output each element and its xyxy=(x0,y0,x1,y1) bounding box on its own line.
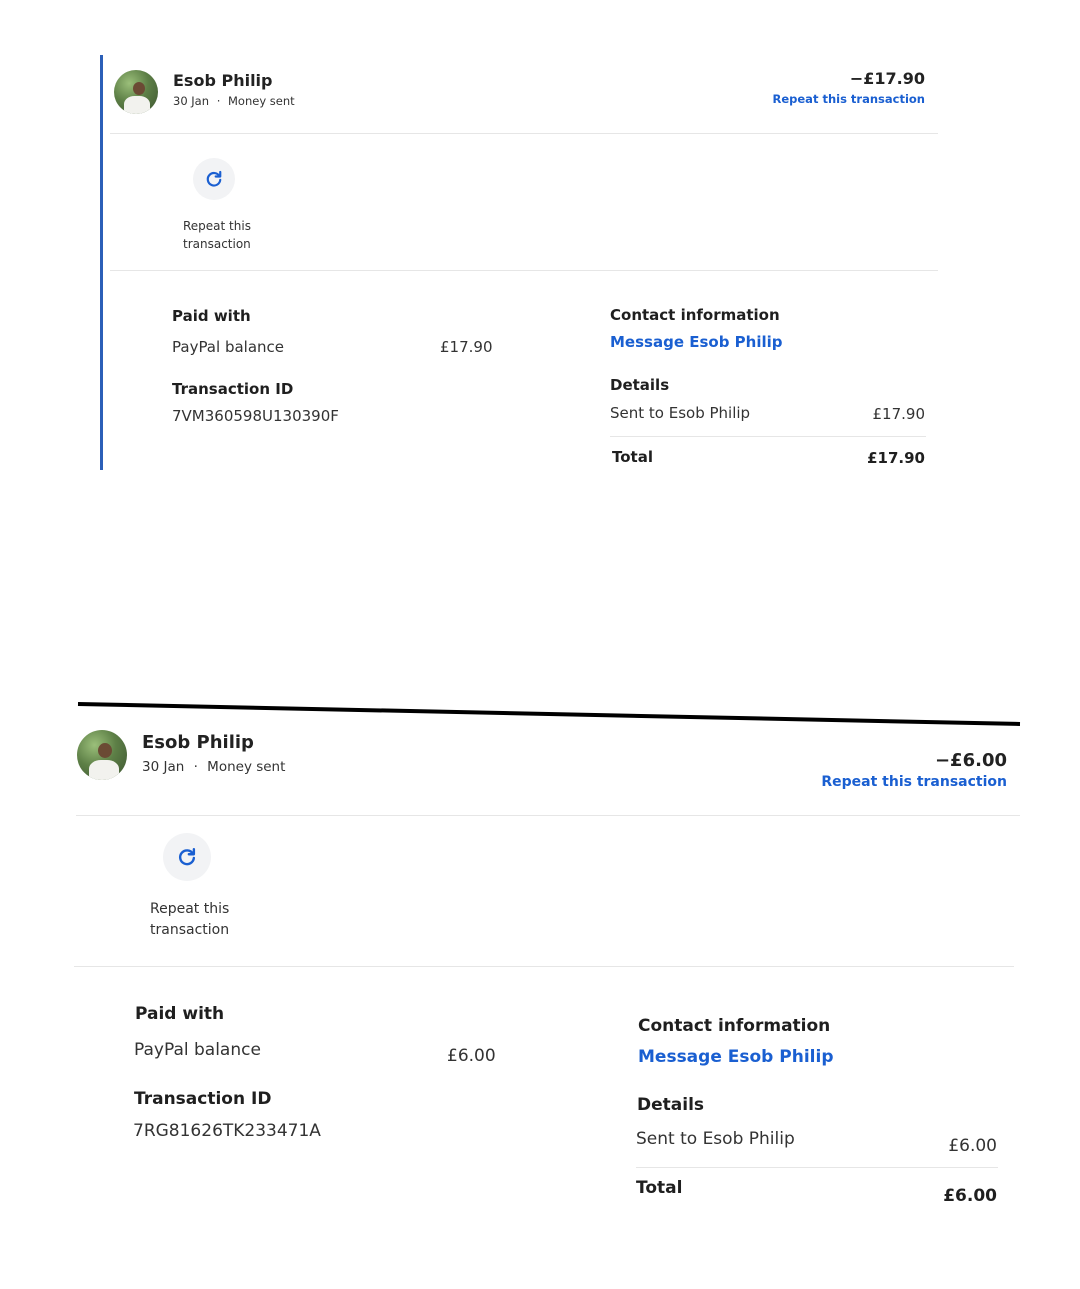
transaction-type: Money sent xyxy=(228,94,295,108)
message-payee-link[interactable]: Message Esob Philip xyxy=(610,333,783,351)
repeat-transaction-link[interactable]: Repeat this transaction xyxy=(821,774,1007,790)
meta-separator: · xyxy=(193,759,198,775)
payee-name[interactable]: Esob Philip xyxy=(142,732,254,753)
divider xyxy=(76,815,1020,816)
transaction-date: 30 Jan xyxy=(142,759,185,775)
transaction-meta: 30 Jan · Money sent xyxy=(142,759,285,775)
transaction-amount: −£17.90 xyxy=(849,69,925,88)
paid-with-amount: £6.00 xyxy=(447,1046,496,1066)
sent-to-amount: £6.00 xyxy=(948,1136,997,1156)
meta-separator: · xyxy=(216,94,221,108)
repeat-button-label: Repeat this transaction xyxy=(183,219,251,251)
contact-information-label: Contact information xyxy=(610,306,780,324)
repeat-transaction-link[interactable]: Repeat this transaction xyxy=(773,92,926,106)
contact-information-label: Contact information xyxy=(638,1016,831,1036)
avatar xyxy=(77,730,127,780)
divider xyxy=(74,966,1014,967)
repeat-transaction-button[interactable] xyxy=(163,833,211,881)
total-label: Total xyxy=(612,448,653,466)
refresh-icon xyxy=(206,170,222,187)
sent-to-label: Sent to Esob Philip xyxy=(636,1129,795,1149)
transaction-id-label: Transaction ID xyxy=(172,380,294,398)
message-payee-link[interactable]: Message Esob Philip xyxy=(638,1047,833,1067)
details-label: Details xyxy=(610,376,670,394)
repeat-transaction-button[interactable] xyxy=(193,158,235,200)
total-amount: £17.90 xyxy=(867,449,925,467)
refresh-icon xyxy=(178,848,196,866)
paid-with-method: PayPal balance xyxy=(172,338,284,356)
transaction-amount: −£6.00 xyxy=(934,750,1007,771)
paid-with-amount: £17.90 xyxy=(440,338,493,356)
divider xyxy=(636,1167,998,1168)
transaction-date: 30 Jan xyxy=(173,94,210,108)
divider xyxy=(610,436,926,437)
transaction-meta: 30 Jan · Money sent xyxy=(173,94,295,108)
payee-name[interactable]: Esob Philip xyxy=(173,71,273,90)
transaction-id-label: Transaction ID xyxy=(134,1089,272,1109)
divider xyxy=(110,270,938,271)
transaction-id-value: 7VM360598U130390F xyxy=(172,407,339,425)
transaction-id-value: 7RG81626TK233471A xyxy=(133,1121,321,1141)
transaction-type: Money sent xyxy=(207,759,286,775)
avatar xyxy=(114,70,158,114)
card-left-border xyxy=(100,55,103,470)
paid-with-label: Paid with xyxy=(135,1004,225,1024)
paid-with-label: Paid with xyxy=(172,307,251,325)
sent-to-amount: £17.90 xyxy=(872,405,926,423)
divider xyxy=(110,133,938,134)
total-label: Total xyxy=(636,1178,683,1198)
paid-with-method: PayPal balance xyxy=(134,1040,261,1060)
repeat-button-label: Repeat this transaction xyxy=(150,901,230,938)
details-label: Details xyxy=(637,1095,705,1115)
total-amount: £6.00 xyxy=(943,1186,997,1206)
sent-to-label: Sent to Esob Philip xyxy=(610,404,751,422)
